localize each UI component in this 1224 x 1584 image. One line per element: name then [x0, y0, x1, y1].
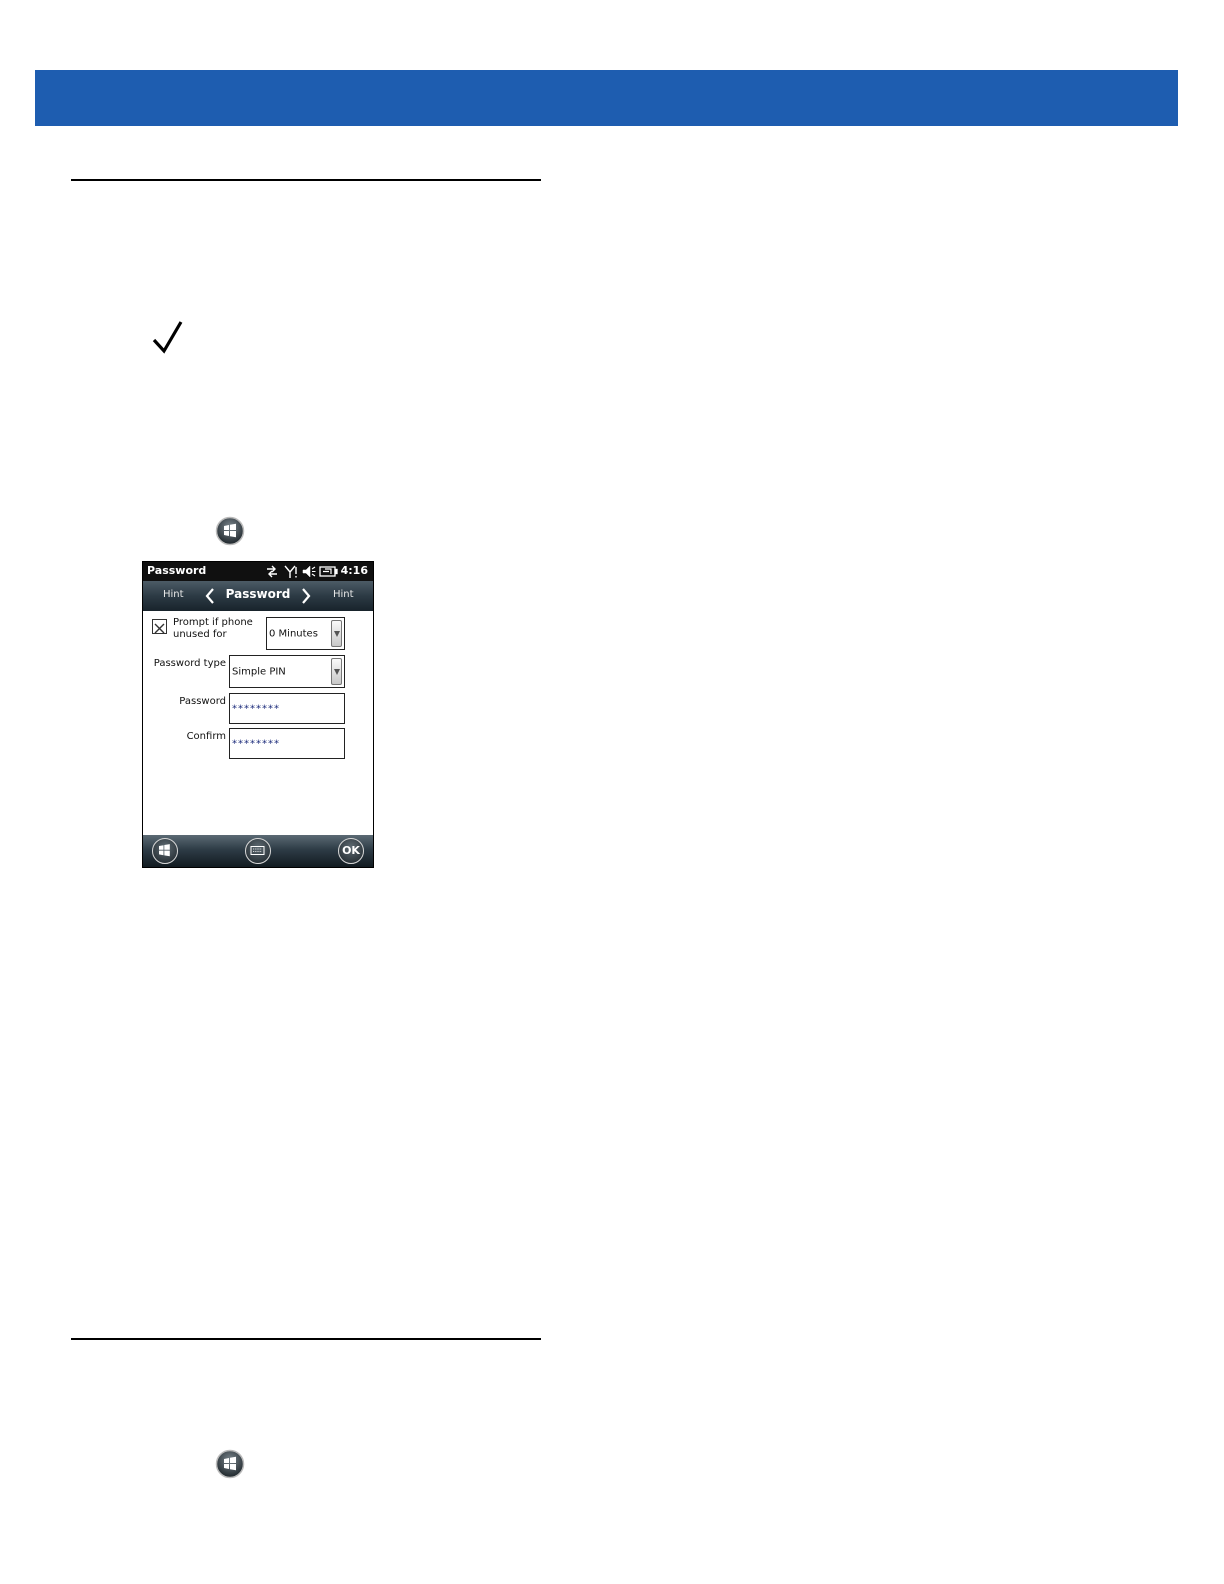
- soft-key-bar: OK: [143, 835, 373, 867]
- dropdown-arrow-icon[interactable]: [331, 620, 342, 647]
- battery-charging-icon: [319, 566, 338, 577]
- dropdown-arrow-icon[interactable]: [331, 658, 342, 685]
- password-type-value: Simple PIN: [232, 666, 286, 677]
- password-input[interactable]: ********: [229, 693, 345, 724]
- prompt-label-line2: unused for: [173, 629, 227, 640]
- start-button-icon: [215, 516, 245, 546]
- password-label: Password: [179, 696, 226, 707]
- confirm-input[interactable]: ********: [229, 728, 345, 759]
- prompt-duration-dropdown[interactable]: 0 Minutes: [266, 617, 345, 650]
- keyboard-icon: [250, 846, 265, 855]
- prompt-duration-value: 0 Minutes: [269, 628, 318, 639]
- settings-nav-bar: Hint Password Hint: [143, 581, 373, 611]
- ok-button[interactable]: OK: [338, 838, 364, 864]
- status-icons: [267, 565, 338, 578]
- status-title: Password: [147, 564, 207, 577]
- status-time: 4:16: [340, 564, 368, 577]
- note-check-icon: [152, 321, 183, 354]
- prompt-label: Prompt if phone unused for: [173, 617, 263, 641]
- status-bar: Password 4:16: [143, 562, 373, 581]
- start-button[interactable]: [152, 838, 178, 864]
- phone-password-screen: Password 4:16 Hint Password Hint Prompt …: [142, 561, 374, 868]
- prompt-label-line1: Prompt if phone: [173, 617, 253, 628]
- document-header-band: [35, 70, 1178, 126]
- speaker-muted-icon: [302, 565, 316, 578]
- signal-icon: [284, 565, 297, 578]
- confirm-label: Confirm: [186, 731, 226, 742]
- prompt-checkbox[interactable]: [152, 619, 167, 634]
- windows-icon: [159, 844, 170, 857]
- chevron-right-icon[interactable]: [299, 586, 313, 606]
- start-button-icon: [215, 1449, 245, 1479]
- confirm-value: ********: [232, 738, 280, 749]
- password-type-label: Password type: [153, 658, 226, 669]
- checkbox-x-icon: [154, 623, 165, 634]
- hint-right-button[interactable]: Hint: [333, 589, 354, 600]
- section-rule-bottom: [71, 1338, 541, 1340]
- section-rule-top: [71, 179, 541, 181]
- sync-icon: [267, 565, 277, 578]
- password-value: ********: [232, 703, 280, 714]
- keyboard-button[interactable]: [245, 838, 271, 864]
- password-type-dropdown[interactable]: Simple PIN: [229, 655, 345, 688]
